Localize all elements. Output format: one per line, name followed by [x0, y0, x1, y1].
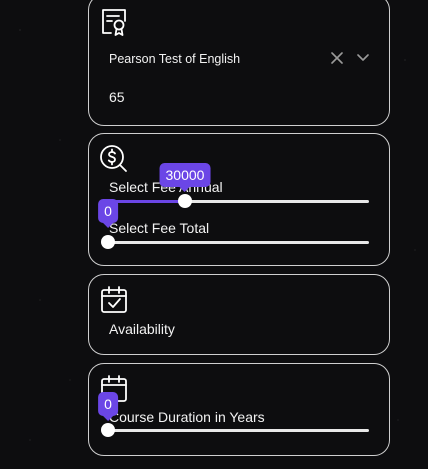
duration-card: Course Duration in Years 0 [88, 363, 390, 456]
fee-annual-value: 30000 [159, 163, 211, 192]
close-icon[interactable] [329, 50, 345, 66]
availability-label[interactable]: Availability [109, 321, 175, 337]
test-score[interactable]: 65 [109, 89, 125, 105]
fee-annual-fill [108, 200, 185, 203]
duration-slider[interactable]: 0 [98, 392, 369, 437]
dollar-search-icon [99, 144, 129, 174]
availability-card: Availability [88, 274, 390, 355]
duration-track [108, 429, 369, 432]
fee-total-slider[interactable]: 0 [98, 199, 369, 249]
fee-total-value: 0 [98, 199, 118, 228]
fee-card: Select Fee Annual 30000 Select Fee Total… [88, 133, 390, 266]
calendar-check-icon [99, 285, 129, 315]
english-test-card: Pearson Test of English 65 [88, 0, 390, 126]
fee-total-label: Select Fee Total [109, 220, 210, 236]
certificate-icon [99, 7, 129, 37]
chevron-down-icon[interactable] [355, 50, 371, 66]
duration-value: 0 [98, 392, 118, 421]
test-name[interactable]: Pearson Test of English [109, 52, 240, 66]
fee-total-track [108, 241, 369, 244]
fee-annual-thumb[interactable] [177, 194, 192, 208]
fee-total-thumb[interactable] [101, 235, 115, 249]
fee-annual-slider[interactable]: 30000 [108, 163, 369, 208]
duration-thumb[interactable] [101, 423, 115, 437]
